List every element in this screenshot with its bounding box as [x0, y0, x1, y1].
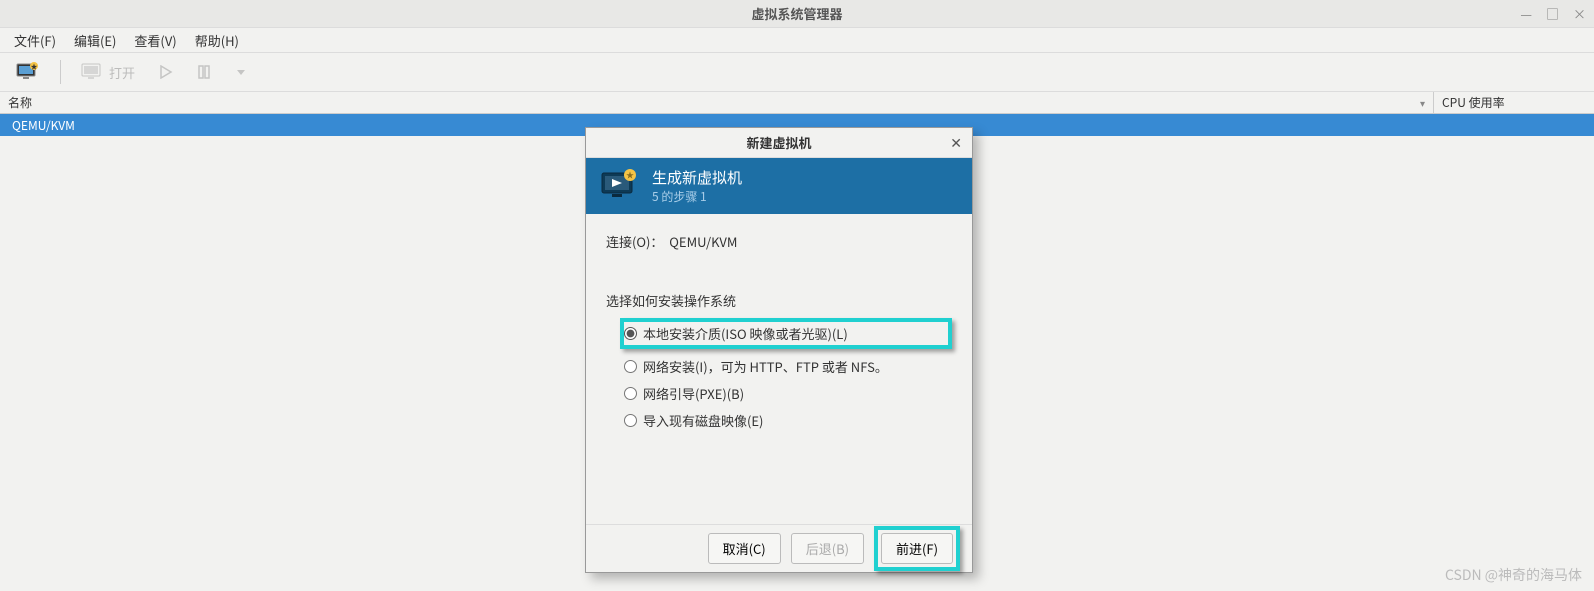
- monitor-new-icon: ★: [16, 62, 40, 82]
- sort-arrow-icon: ▾: [1420, 95, 1425, 110]
- dialog-header-text: 生成新虚拟机 5 的步骤 1: [652, 167, 742, 205]
- new-vm-dialog: 新建虚拟机 ✕ ★ 生成新虚拟机 5 的步骤 1 连接(O)： QEMU/KVM…: [585, 127, 973, 573]
- dialog-titlebar: 新建虚拟机 ✕: [586, 128, 972, 158]
- back-button: 后退(B): [791, 533, 864, 564]
- dialog-title: 新建虚拟机: [746, 133, 811, 152]
- dialog-header-title: 生成新虚拟机: [652, 167, 742, 188]
- radio-pxe[interactable]: 网络引导(PXE)(B): [624, 384, 952, 403]
- dialog-footer: 取消(C) 后退(B) 前进(F): [586, 524, 972, 572]
- column-cpu-label: CPU 使用率: [1442, 94, 1505, 111]
- menu-help[interactable]: 帮助(H): [187, 29, 247, 52]
- install-method-label: 选择如何安装操作系统: [606, 291, 952, 310]
- close-icon[interactable]: ✕: [950, 133, 962, 153]
- connection-value: QEMU/KVM: [669, 232, 737, 251]
- play-icon: [159, 65, 173, 79]
- window-title: 虚拟系统管理器: [751, 4, 842, 23]
- radio-pxe-label: 网络引导(PXE)(B): [643, 384, 744, 403]
- install-method-group: 本地安装介质(ISO 映像或者光驱)(L) 网络安装(I)，可为 HTTP、FT…: [606, 318, 952, 430]
- window-controls: — □ ×: [1520, 4, 1586, 23]
- connection-name: QEMU/KVM: [12, 117, 75, 134]
- monitor-badge-icon: ★: [600, 169, 640, 203]
- radio-network-install[interactable]: 网络安装(I)，可为 HTTP、FTP 或者 NFS。: [624, 357, 952, 376]
- forward-button[interactable]: 前进(F): [881, 533, 953, 564]
- column-cpu[interactable]: CPU 使用率: [1434, 92, 1594, 113]
- dialog-header-sub: 5 的步骤 1: [652, 188, 742, 205]
- radio-import[interactable]: 导入现有磁盘映像(E): [624, 411, 952, 430]
- close-window-icon[interactable]: ×: [1573, 4, 1586, 23]
- chevron-down-icon: [235, 66, 247, 78]
- dialog-body: 连接(O)： QEMU/KVM 选择如何安装操作系统 本地安装介质(ISO 映像…: [586, 214, 972, 524]
- watermark: CSDN @神奇的海马体: [1445, 565, 1582, 585]
- connection-row: 连接(O)： QEMU/KVM: [606, 232, 952, 251]
- main-titlebar: 虚拟系统管理器 — □ ×: [0, 0, 1594, 28]
- radio-import-label: 导入现有磁盘映像(E): [643, 411, 763, 430]
- pause-icon: [197, 65, 211, 79]
- menu-file[interactable]: 文件(F): [6, 29, 64, 52]
- connection-label: 连接(O)：: [606, 232, 663, 251]
- menu-edit[interactable]: 编辑(E): [66, 29, 124, 52]
- radio-pxe-input[interactable]: [624, 387, 637, 400]
- svg-text:★: ★: [626, 170, 634, 181]
- radio-network-input[interactable]: [624, 360, 637, 373]
- radio-local-input[interactable]: [624, 327, 637, 340]
- new-vm-button[interactable]: ★: [8, 58, 48, 86]
- menu-view[interactable]: 查看(V): [126, 29, 184, 52]
- radio-network-label: 网络安装(I)，可为 HTTP、FTP 或者 NFS。: [643, 357, 888, 376]
- column-headers: 名称 ▾ CPU 使用率: [0, 92, 1594, 114]
- minimize-icon[interactable]: —: [1520, 4, 1532, 23]
- pause-button: [189, 61, 219, 83]
- toolbar: ★ 打开: [0, 52, 1594, 92]
- radio-import-input[interactable]: [624, 414, 637, 427]
- dialog-header: ★ 生成新虚拟机 5 的步骤 1: [586, 158, 972, 214]
- maximize-icon[interactable]: □: [1546, 4, 1559, 23]
- play-button: [151, 61, 181, 83]
- toolbar-separator: [60, 60, 61, 84]
- radio-local-media[interactable]: 本地安装介质(ISO 映像或者光驱)(L): [624, 324, 848, 343]
- shutdown-button: [227, 62, 255, 82]
- cancel-button[interactable]: 取消(C): [708, 533, 781, 564]
- svg-text:★: ★: [31, 62, 38, 72]
- monitor-icon: [81, 63, 103, 81]
- column-name-label: 名称: [8, 94, 32, 111]
- column-name[interactable]: 名称 ▾: [0, 92, 1434, 113]
- open-button: 打开: [73, 59, 143, 86]
- highlight-local: 本地安装介质(ISO 映像或者光驱)(L): [620, 318, 952, 349]
- menubar: 文件(F) 编辑(E) 查看(V) 帮助(H): [0, 28, 1594, 52]
- open-label: 打开: [109, 63, 135, 82]
- highlight-forward: 前进(F): [874, 526, 960, 571]
- radio-local-label: 本地安装介质(ISO 映像或者光驱)(L): [643, 324, 848, 343]
